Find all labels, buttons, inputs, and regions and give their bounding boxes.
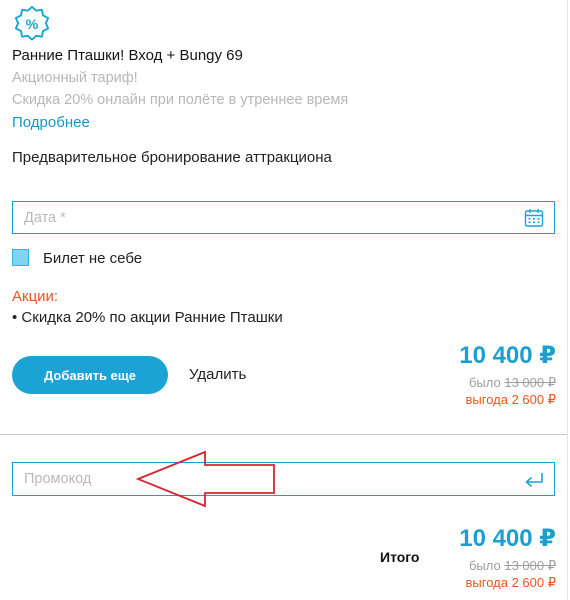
item-old-price: было 13 000 ₽: [469, 375, 556, 391]
date-input[interactable]: [13, 202, 494, 233]
booking-heading: Предварительное бронирование аттракциона: [12, 149, 332, 166]
tariff-label: Акционный тариф!: [12, 70, 138, 86]
panel-edge: [567, 0, 568, 600]
add-more-button[interactable]: Добавить еще: [12, 356, 168, 394]
ticket-not-for-self-label: Билет не себе: [43, 250, 143, 267]
total-price: 10 400 ₽: [459, 525, 556, 552]
enter-return-icon[interactable]: [523, 471, 545, 489]
svg-text:%: %: [26, 17, 39, 33]
percent-badge-icon: %: [14, 5, 50, 41]
total-old-price: было 13 000 ₽: [469, 558, 556, 574]
total-savings: выгода 2 600 ₽: [465, 575, 557, 590]
item-price: 10 400 ₽: [459, 342, 556, 369]
remove-button[interactable]: Удалить: [189, 366, 246, 383]
discount-description: Скидка 20% онлайн при полёте в утреннее …: [12, 92, 349, 108]
old-price-value: 13 000 ₽: [504, 558, 556, 573]
more-details-link[interactable]: Подробнее: [12, 114, 90, 131]
was-label: было: [468, 558, 501, 573]
old-price-value: 13 000 ₽: [504, 375, 556, 390]
date-field[interactable]: [12, 201, 555, 234]
promo-code-input[interactable]: [13, 463, 494, 495]
section-divider: [0, 434, 568, 435]
item-savings: выгода 2 600 ₽: [465, 392, 557, 407]
calendar-icon[interactable]: [524, 208, 544, 228]
total-label: Итого: [380, 549, 420, 565]
was-label: было: [468, 375, 501, 390]
promotion-item: • Скидка 20% по акции Ранние Пташки: [12, 309, 283, 326]
promo-code-field[interactable]: [12, 462, 555, 496]
promotions-heading: Акции:: [12, 288, 59, 305]
offer-title: Ранние Пташки! Вход + Bungy 69: [12, 47, 243, 64]
ticket-not-for-self-checkbox[interactable]: [12, 249, 29, 266]
